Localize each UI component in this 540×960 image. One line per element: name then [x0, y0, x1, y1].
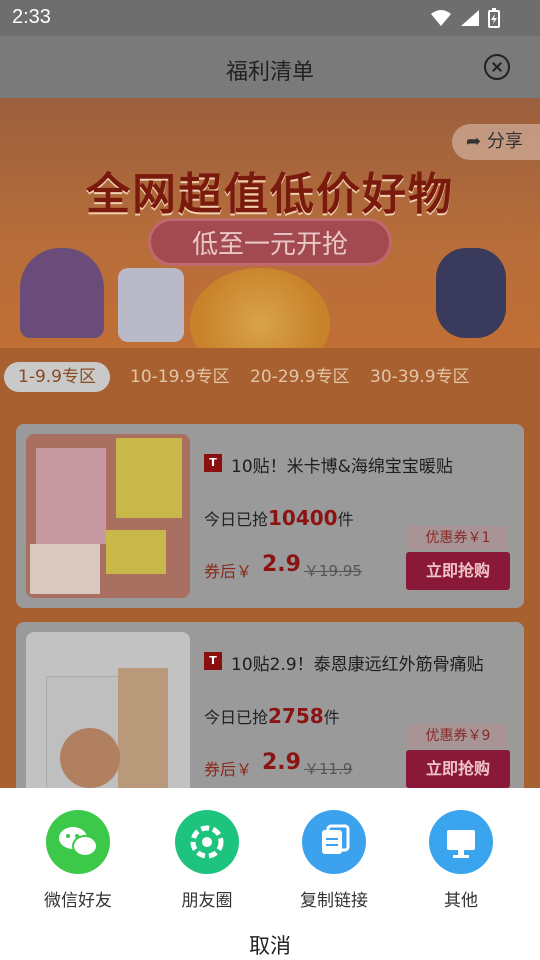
runner-figure-left	[20, 248, 104, 338]
share-label: 分享	[486, 131, 523, 152]
wifi-icon	[431, 10, 451, 26]
product-title: 10贴2.9！泰恩康远红外筋骨痛贴	[231, 655, 484, 675]
product-card[interactable]: T 10贴2.9！泰恩康远红外筋骨痛贴 今日已抢2758件 券后￥ 2.9 ￥1…	[16, 622, 524, 806]
share-option-wechat[interactable]: 微信好友	[18, 810, 138, 911]
coupon-badge: 优惠券￥9	[408, 724, 508, 748]
status-icons	[430, 8, 500, 28]
sold-count: 今日已抢2758件	[204, 704, 340, 728]
status-time: 2:33	[12, 6, 51, 28]
share-sheet: 微信好友 朋友圈 复制链接 其他 取消	[0, 788, 540, 960]
coupon-badge: 优惠券￥1	[408, 526, 508, 550]
product-title: 10贴！米卡博&海绵宝宝暖贴	[231, 457, 453, 477]
original-price: ￥11.9	[304, 760, 353, 778]
buy-now-button[interactable]: 立即抢购	[406, 750, 510, 788]
price: 2.9	[262, 750, 301, 775]
share-button[interactable]: ➦ 分享	[452, 124, 540, 160]
price: 2.9	[262, 552, 301, 577]
moments-icon	[175, 810, 239, 874]
share-icon: ➦	[466, 131, 482, 152]
copy-link-icon	[302, 810, 366, 874]
battery-icon	[488, 8, 500, 28]
tab-10-19-9[interactable]: 10-19.9专区	[130, 362, 230, 392]
share-option-other[interactable]: 其他	[401, 810, 521, 911]
page-header: 福利清单	[0, 36, 540, 98]
promo-banner: 全网超值低价好物 低至一元开抢 ➦ 分享	[0, 98, 540, 348]
cancel-button[interactable]: 取消	[0, 930, 540, 960]
product-list: T 10贴！米卡博&海绵宝宝暖贴 今日已抢10400件 券后￥ 2.9 ￥19.…	[0, 418, 540, 806]
other-icon	[429, 810, 493, 874]
share-option-label: 其他	[444, 891, 478, 911]
sold-count: 今日已抢10400件	[204, 506, 354, 530]
banner-headline: 全网超值低价好物	[86, 169, 454, 220]
price-label: 券后￥	[204, 562, 253, 581]
tmall-icon: T	[204, 454, 222, 472]
share-option-label: 朋友圈	[181, 891, 233, 911]
status-bar: 2:33	[0, 0, 540, 36]
tab-30-39-9[interactable]: 30-39.9专区	[370, 362, 470, 392]
banner-tagline: 低至一元开抢	[148, 218, 392, 266]
page-title: 福利清单	[225, 60, 314, 85]
buy-now-button[interactable]: 立即抢购	[406, 552, 510, 590]
original-price: ￥19.95	[304, 562, 362, 580]
tab-20-29-9[interactable]: 20-29.9专区	[250, 362, 350, 392]
wechat-icon	[46, 810, 110, 874]
close-icon[interactable]	[484, 54, 510, 80]
signal-icon	[461, 10, 479, 26]
orange-image	[190, 268, 330, 348]
tmall-icon: T	[204, 652, 222, 670]
detergent-bottle-image	[118, 268, 184, 342]
runner-figure-right	[436, 248, 506, 338]
share-option-copy-link[interactable]: 复制链接	[274, 810, 394, 911]
product-image	[26, 632, 190, 796]
share-option-label: 复制链接	[300, 891, 368, 911]
price-label: 券后￥	[204, 760, 253, 779]
product-card[interactable]: T 10贴！米卡博&海绵宝宝暖贴 今日已抢10400件 券后￥ 2.9 ￥19.…	[16, 424, 524, 608]
share-option-moments[interactable]: 朋友圈	[147, 810, 267, 911]
share-option-label: 微信好友	[44, 891, 112, 911]
category-tabs: 1-9.9专区 10-19.9专区 20-29.9专区 30-39.9专区	[0, 348, 540, 418]
product-image	[26, 434, 190, 598]
tab-1-9-9[interactable]: 1-9.9专区	[4, 362, 110, 392]
